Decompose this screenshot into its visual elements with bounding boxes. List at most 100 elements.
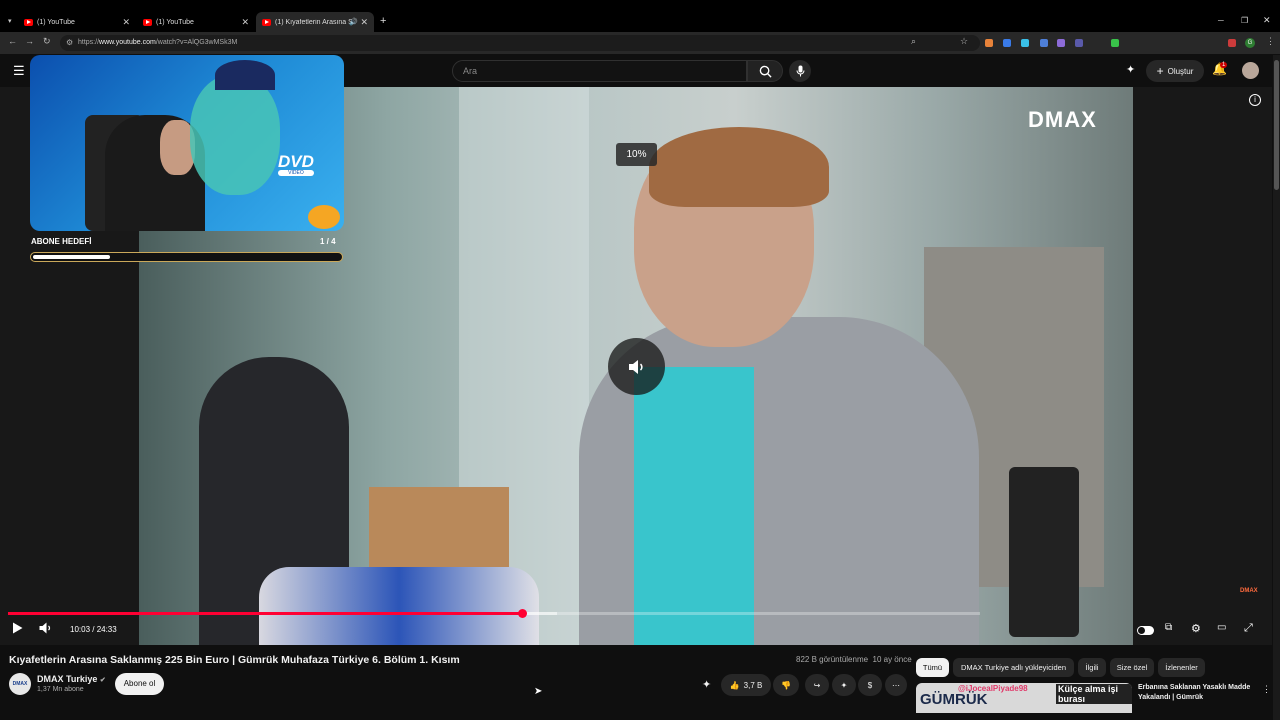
reload-icon[interactable]: ↻	[43, 36, 51, 47]
scene-person-shirt	[634, 367, 754, 645]
scene-person-hair	[649, 127, 829, 207]
browser-tab-1[interactable]: (1) YouTube ✕	[18, 12, 136, 32]
miniplayer-button[interactable]: ▭	[1217, 622, 1226, 633]
chip-all[interactable]: Tümü	[916, 658, 949, 677]
browser-tab-3[interactable]: (1) Kıyafetlerin Arasına Sakl... 🔊 ✕	[256, 12, 374, 32]
recommended-thumbnail[interactable]: GÜMRÜK @iJocealPiyade98 Külçe alma işi b…	[916, 683, 1132, 713]
back-icon[interactable]: ←	[8, 36, 17, 46]
chip-related[interactable]: İlgili	[1078, 658, 1106, 677]
channel-name[interactable]: DMAX Turkiye ✔	[37, 674, 106, 684]
thumbnail-brand-text: GÜMRÜK	[920, 691, 988, 708]
recommended-title[interactable]: Erbanına Saklanan Yasaklı Madde Yakaland…	[1138, 683, 1273, 705]
volume-change-indicator	[608, 338, 665, 395]
tab-label: (1) YouTube	[37, 18, 75, 26]
site-info-icon[interactable]: ⚙	[66, 38, 73, 47]
webcam-mascot	[190, 75, 280, 195]
close-icon[interactable]: ✕	[241, 17, 249, 28]
thumbs-up-icon: 👍	[729, 680, 740, 690]
browser-tab-2[interactable]: (1) YouTube ✕	[137, 12, 255, 32]
share-button[interactable]: ↪	[805, 674, 829, 696]
create-label: Oluştur	[1167, 66, 1194, 76]
account-avatar[interactable]	[1242, 62, 1259, 79]
like-count: 3,7 B	[743, 680, 763, 690]
verified-badge-icon: ✔	[99, 677, 106, 684]
fullscreen-icon[interactable]: ⤢	[1244, 622, 1253, 635]
thanks-button[interactable]: $	[858, 674, 882, 696]
mute-button[interactable]	[39, 622, 52, 637]
page-scrollbar-thumb[interactable]	[1274, 60, 1279, 190]
subscriber-goal-label: ABONE HEDEFİ	[31, 237, 92, 246]
thanks-icon: $	[867, 680, 873, 690]
extension-icon[interactable]	[1057, 39, 1065, 47]
maximize-button[interactable]: ❐	[1241, 16, 1248, 25]
video-title: Kıyafetlerin Arasına Saklanmış 225 Bin E…	[9, 654, 460, 666]
mouse-cursor-icon: ➤	[534, 686, 543, 697]
subscriber-goal-bar	[30, 252, 343, 262]
sparkle-icon: ✦	[840, 680, 848, 690]
subtitles-button[interactable]: ⧉	[1165, 622, 1172, 633]
extension-icon[interactable]	[1228, 39, 1236, 47]
search-input[interactable]: Ara	[452, 60, 747, 82]
audio-playing-icon[interactable]: 🔊	[349, 18, 358, 26]
url-path: /watch?v=AlQG3wMSk3M	[155, 39, 238, 46]
ai-button[interactable]: ✦	[832, 674, 856, 696]
autoplay-toggle[interactable]	[1137, 626, 1154, 635]
play-button[interactable]	[12, 622, 23, 637]
webcam-flower-decoration	[308, 205, 340, 229]
settings-gear-icon[interactable]: ⚙	[1191, 622, 1201, 635]
share-icon: ↪	[813, 680, 821, 690]
extension-icon[interactable]	[1040, 39, 1048, 47]
close-icon[interactable]: ✕	[122, 17, 130, 28]
window-close-button[interactable]: ✕	[1263, 15, 1271, 26]
dvd-logo: DVD VIDEO	[278, 153, 314, 176]
create-button[interactable]: + Oluştur	[1146, 60, 1204, 82]
subscriber-goal-fill	[33, 255, 110, 259]
search-button[interactable]	[747, 60, 783, 82]
thumbnail-user-text: @iJocealPiyade98	[958, 684, 1028, 693]
video-progress-bar[interactable]	[8, 609, 980, 618]
forward-icon[interactable]: →	[25, 36, 34, 46]
chip-from-uploader[interactable]: DMAX Turkiye adlı yükleyiciden	[953, 658, 1074, 677]
more-icon: ⋯	[892, 680, 900, 690]
webcam-overlay: DVD VIDEO	[30, 55, 344, 231]
dmax-channel-logo: DMAX	[1028, 107, 1097, 132]
thumbs-down-icon: 👎	[781, 680, 791, 690]
youtube-favicon-icon	[24, 18, 33, 26]
volume-icon	[39, 622, 51, 634]
minimize-button[interactable]: ─	[1218, 16, 1224, 25]
cast-icon[interactable]: ✦	[1126, 63, 1135, 76]
extension-icon[interactable]	[1111, 39, 1119, 47]
extension-icon[interactable]	[1003, 39, 1011, 47]
subscriber-count: 1,37 Mn abone	[37, 686, 84, 693]
more-actions-button[interactable]: ⋯	[885, 674, 907, 696]
bookmark-star-icon[interactable]: ☆	[960, 36, 968, 47]
scene-chair	[1009, 467, 1079, 637]
profile-avatar[interactable]: G	[1245, 38, 1255, 48]
like-button[interactable]: 👍 3,7 B	[721, 674, 771, 696]
subscribe-button[interactable]: Abone ol	[115, 673, 164, 695]
autoplay-toggle-knob	[1138, 627, 1145, 634]
extension-icon[interactable]	[1075, 39, 1083, 47]
plus-icon: +	[1156, 64, 1164, 78]
channel-name-text: DMAX Turkiye	[37, 674, 98, 684]
thumbnail-overlay-text: Külçe alma işi burası	[1056, 684, 1132, 704]
search-placeholder: Ara	[463, 66, 478, 76]
ask-ai-icon[interactable]: ✦	[702, 678, 711, 691]
upload-age: 10 ay önce	[872, 655, 912, 664]
zoom-icon[interactable]: ⌕	[911, 36, 916, 47]
video-info-icon[interactable]: i	[1249, 94, 1261, 106]
chip-watched[interactable]: İzlenenler	[1158, 658, 1205, 677]
dislike-button[interactable]: 👎	[773, 674, 799, 696]
hamburger-menu-icon[interactable]: ☰	[13, 63, 25, 79]
new-tab-button[interactable]: +	[380, 15, 386, 27]
channel-avatar[interactable]: DMAX	[9, 673, 31, 695]
close-icon[interactable]: ✕	[360, 17, 368, 28]
tab-search-icon[interactable]: ▾	[8, 17, 12, 25]
browser-menu-icon[interactable]: ⋮	[1266, 36, 1275, 47]
extension-icon[interactable]	[985, 39, 993, 47]
recommended-more-icon[interactable]: ⋮	[1262, 684, 1271, 695]
extension-icon[interactable]	[1021, 39, 1029, 47]
chip-for-you[interactable]: Size özel	[1110, 658, 1154, 677]
address-bar[interactable]: https://www.youtube.com/watch?v=AlQG3wMS…	[60, 35, 980, 51]
voice-search-button[interactable]	[789, 60, 811, 82]
